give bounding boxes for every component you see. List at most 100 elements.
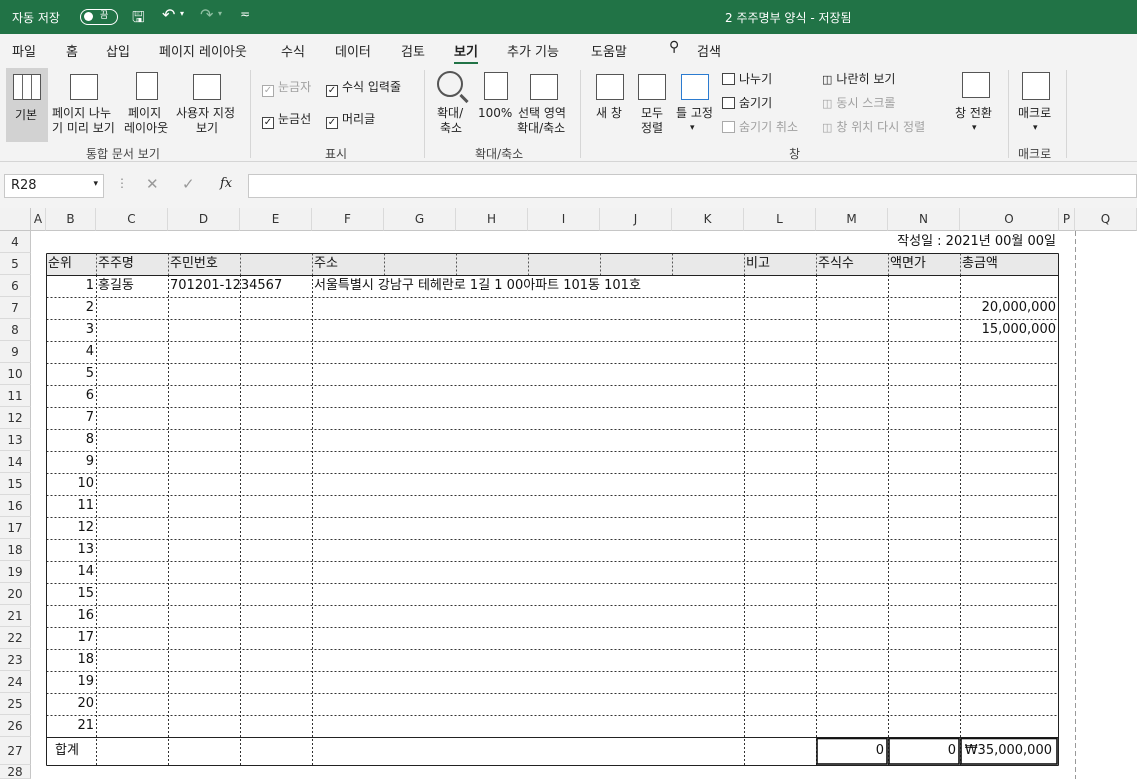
rank-cell[interactable]: 13 (48, 539, 94, 561)
rank-cell[interactable]: 3 (48, 319, 94, 341)
row-header[interactable]: 22 (0, 627, 31, 649)
column-header[interactable]: F (312, 208, 384, 231)
row-header[interactable]: 24 (0, 671, 31, 693)
new-window-icon[interactable] (596, 74, 624, 100)
header-cell[interactable]: 순위 (48, 253, 94, 275)
headings-checkbox[interactable]: ✓ 머리글 (326, 112, 375, 129)
row-header[interactable]: 28 (0, 765, 31, 779)
custom-view-label-2[interactable]: 보기 (196, 121, 218, 136)
gridlines-checkbox[interactable]: ✓ 눈금선 (262, 112, 311, 129)
header-cell[interactable]: 주소 (314, 253, 384, 275)
rank-cell[interactable]: 10 (48, 473, 94, 495)
date-line-cell[interactable]: 작성일 : 2021년 00월 00일 (744, 231, 1056, 253)
worksheet-grid[interactable]: ABCDEFGHIJKLMNOPQ 4 5 6 7 8 9 10 11 12 13 14 15 16 17… (0, 208, 1137, 779)
header-cell[interactable]: 액면가 (890, 253, 960, 275)
tab-review[interactable]: 검토 (401, 41, 425, 60)
column-header[interactable]: O (960, 208, 1059, 231)
total-shares-cell[interactable]: 0 (818, 737, 884, 765)
column-header[interactable]: M (816, 208, 888, 231)
zoom-icon[interactable] (437, 71, 463, 97)
column-header[interactable]: E (240, 208, 312, 231)
tab-home[interactable]: 홈 (66, 41, 78, 60)
tab-insert[interactable]: 삽입 (106, 41, 130, 60)
column-header[interactable]: A (31, 208, 46, 231)
tab-help[interactable]: 도움말 (591, 41, 627, 60)
row-header[interactable]: 5 (0, 253, 31, 275)
macros-label[interactable]: 매크로 (1018, 106, 1051, 121)
header-cell[interactable]: 총금액 (962, 253, 1058, 275)
rank-cell[interactable]: 7 (48, 407, 94, 429)
macros-icon[interactable] (1022, 72, 1050, 100)
row-header[interactable]: 6 (0, 275, 31, 297)
arrange-all-icon[interactable] (638, 74, 666, 100)
rank-cell[interactable]: 1 (48, 275, 94, 297)
new-window-label[interactable]: 새 창 (596, 106, 622, 121)
header-cell[interactable]: 주주명 (98, 253, 168, 275)
macros-dropdown-icon[interactable]: ▾ (1033, 121, 1038, 136)
row-header[interactable]: 15 (0, 473, 31, 495)
rank-cell[interactable]: 4 (48, 341, 94, 363)
switch-dropdown-icon[interactable]: ▾ (972, 121, 977, 136)
custom-view-label-1[interactable]: 사용자 지정 (176, 106, 235, 121)
total-face-cell[interactable]: 0 (890, 737, 956, 765)
tab-file[interactable]: 파일 (12, 41, 36, 60)
formula-input[interactable] (248, 174, 1137, 198)
zoom-100-icon[interactable] (484, 72, 508, 100)
formula-bar-checkbox[interactable]: ✓ 수식 입력줄 (326, 80, 401, 97)
row-header[interactable]: 11 (0, 385, 31, 407)
column-header[interactable]: K (672, 208, 744, 231)
tab-view[interactable]: 보기 (454, 41, 478, 65)
holder-cell[interactable]: 홍길동 (98, 275, 168, 297)
tab-page-layout[interactable]: 페이지 레이아웃 (159, 41, 247, 60)
rank-cell[interactable]: 11 (48, 495, 94, 517)
amount-cell[interactable]: 15,000,000 (962, 319, 1056, 341)
save-icon[interactable]: 🖫 (132, 7, 145, 32)
column-header[interactable]: G (384, 208, 456, 231)
hide-button[interactable]: 숨기기 (722, 96, 772, 111)
row-header[interactable]: 7 (0, 297, 31, 319)
header-cell[interactable]: 비고 (746, 253, 816, 275)
custom-view-icon[interactable] (193, 74, 221, 100)
row-header[interactable]: 4 (0, 231, 31, 253)
column-header[interactable]: N (888, 208, 960, 231)
search-label[interactable]: 검색 (697, 41, 721, 60)
row-header[interactable]: 9 (0, 341, 31, 363)
search-icon[interactable]: ⚲ (669, 39, 679, 55)
tab-formulas[interactable]: 수식 (281, 41, 305, 60)
column-header[interactable]: D (168, 208, 240, 231)
row-header[interactable]: 23 (0, 649, 31, 671)
amount-cell[interactable]: 20,000,000 (962, 297, 1056, 319)
zoom-label-2[interactable]: 축소 (440, 121, 462, 136)
rank-cell[interactable]: 9 (48, 451, 94, 473)
rank-cell[interactable]: 6 (48, 385, 94, 407)
name-box[interactable]: R28 ▾ (4, 174, 104, 198)
rank-cell[interactable]: 18 (48, 649, 94, 671)
page-layout-label-2[interactable]: 레이아웃 (124, 121, 168, 136)
column-header[interactable]: Q (1075, 208, 1137, 231)
zoom-selection-icon[interactable] (530, 74, 558, 100)
row-header[interactable]: 14 (0, 451, 31, 473)
autosave-toggle[interactable]: 끔 (80, 9, 118, 25)
address-cell[interactable]: 서울특별시 강남구 테헤란로 1길 1 00아파트 101동 101호 (314, 275, 744, 297)
insert-function-icon[interactable]: fx (220, 176, 232, 191)
rank-cell[interactable]: 14 (48, 561, 94, 583)
page-break-icon[interactable] (70, 74, 98, 100)
select-all-corner[interactable] (0, 208, 31, 231)
zoom-100-label[interactable]: 100% (478, 106, 512, 121)
freeze-dropdown-icon[interactable]: ▾ (690, 121, 695, 136)
rank-cell[interactable]: 5 (48, 363, 94, 385)
zoom-selection-label-2[interactable]: 확대/축소 (517, 121, 565, 136)
row-header[interactable]: 12 (0, 407, 31, 429)
total-amount-cell[interactable]: ₩35,000,000 (962, 737, 1052, 765)
tab-data[interactable]: 데이터 (335, 41, 371, 60)
undo-icon[interactable]: ↶ (162, 5, 175, 24)
column-header[interactable]: P (1059, 208, 1075, 231)
split-button[interactable]: 나누기 (722, 72, 772, 87)
column-header[interactable]: C (96, 208, 168, 231)
row-header[interactable]: 19 (0, 561, 31, 583)
switch-windows-icon[interactable] (962, 72, 990, 98)
column-header[interactable]: J (600, 208, 672, 231)
rank-cell[interactable]: 20 (48, 693, 94, 715)
row-header[interactable]: 20 (0, 583, 31, 605)
undo-dropdown-icon[interactable]: ▾ (180, 9, 184, 18)
